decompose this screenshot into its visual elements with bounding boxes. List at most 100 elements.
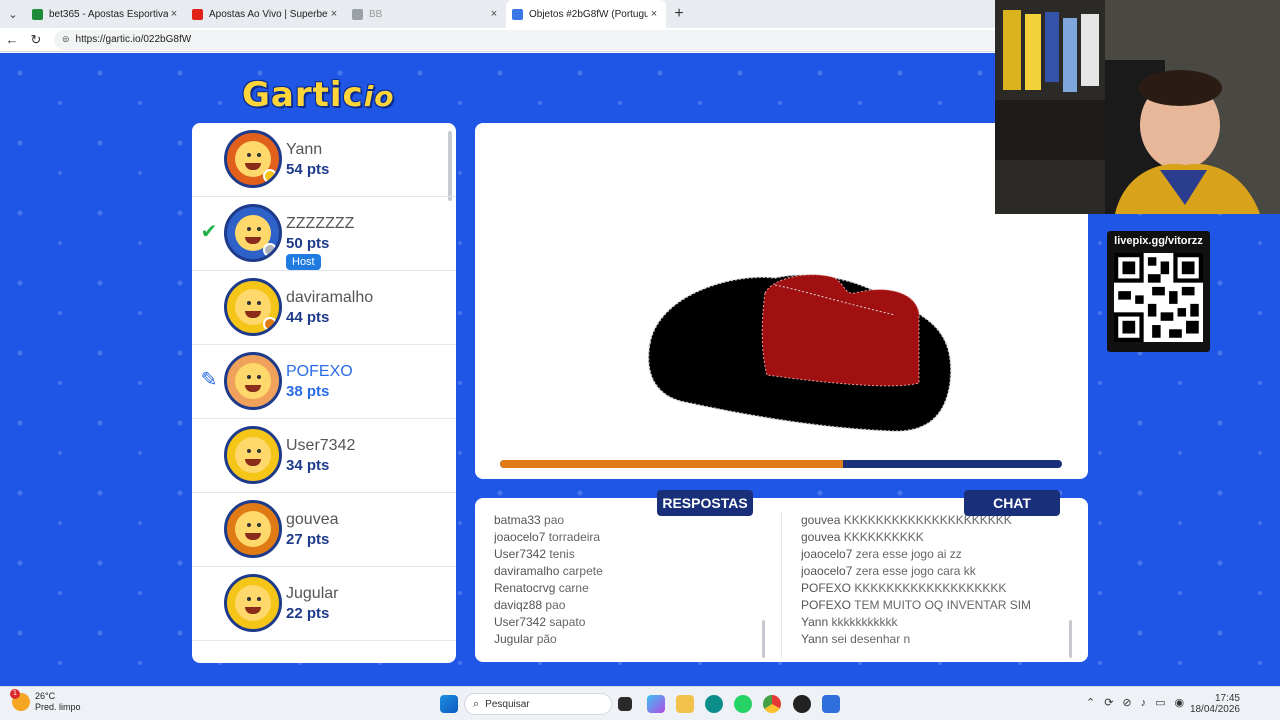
windows-taskbar: 1 26°C Pred. limpo ⌕ Pesquisar ⌃⟳⊘♪▭◉ 17… — [0, 686, 1280, 720]
player-points: 44 pts — [286, 309, 330, 326]
message-line: gouvea KKKKKKKKKK — [801, 529, 1076, 546]
message-text: carne — [558, 581, 589, 595]
player-row[interactable]: ✎ POFEXO 38 pts — [192, 345, 456, 419]
red-shape — [761, 274, 920, 387]
answers-tab[interactable]: RESPOSTAS — [657, 490, 753, 516]
player-row[interactable]: Jugular 22 pts — [192, 567, 456, 641]
player-row[interactable]: Yann 54 pts — [192, 123, 456, 197]
windows-start-icon[interactable] — [440, 695, 458, 713]
message-user: POFEXO — [801, 581, 852, 595]
message-user: joaocelo7 — [494, 530, 546, 544]
tab-close-icon[interactable]: × — [328, 8, 340, 20]
avatar-eye — [257, 597, 261, 601]
message-text: KKKKKKKKKK — [843, 530, 924, 544]
url-text: https://gartic.io/022bG8fW — [75, 34, 192, 45]
message-text: pão — [536, 632, 557, 646]
avatar — [224, 574, 282, 632]
copilot-icon[interactable] — [647, 695, 665, 713]
message-text: carpete — [562, 564, 603, 578]
message-text: torradeira — [548, 530, 601, 544]
webcam-overlay — [995, 0, 1280, 214]
avatar-face — [235, 363, 271, 399]
player-points: 54 pts — [286, 161, 330, 178]
task-view-icon[interactable] — [618, 697, 632, 711]
back-arrow-icon[interactable]: ← — [0, 32, 24, 47]
tab-close-icon[interactable]: × — [648, 8, 660, 20]
chrome-icon[interactable] — [763, 695, 781, 713]
message-user: User7342 — [494, 547, 547, 561]
players-list[interactable]: Yann 54 pts ✔ ZZZZZZZ 50 pts Host daviramalho 4… — [192, 123, 456, 663]
file-explorer-icon[interactable] — [676, 695, 694, 713]
message-user: joaocelo7 — [801, 547, 853, 561]
message-text: kkkkkkkkkkk — [831, 615, 898, 629]
tab-title: bet365 - Apostas Esportivas Online — [49, 8, 168, 20]
player-row[interactable]: ✔ ZZZZZZZ 50 pts Host — [192, 197, 456, 271]
weather-widget[interactable]: 1 26°C Pred. limpo — [10, 689, 81, 713]
status-dot — [263, 169, 277, 183]
avatar — [224, 500, 282, 558]
clock-date: 18/04/2026 — [1189, 704, 1240, 715]
notepad-icon[interactable] — [822, 695, 840, 713]
message-user: gouvea — [801, 513, 841, 527]
message-text: TEM MUITO OQ INVENTAR SIM — [854, 598, 1032, 612]
tab-title: Apostas Ao Vivo | Superbet — [209, 8, 328, 20]
tab-close-icon[interactable]: × — [488, 8, 500, 20]
message-line: Yann kkkkkkkkkkk — [801, 614, 1076, 631]
whatsapp-icon[interactable] — [734, 695, 752, 713]
player-points: 27 pts — [286, 531, 330, 548]
message-user: User7342 — [494, 615, 547, 629]
url-field[interactable]: ⊜ https://gartic.io/022bG8fW — [54, 29, 1014, 50]
avatar-face — [235, 585, 271, 621]
search-placeholder: Pesquisar — [485, 698, 530, 710]
message-user: gouvea — [801, 530, 841, 544]
gartic-logo: Garticio — [242, 75, 395, 115]
message-text: pao — [545, 598, 566, 612]
host-badge: Host — [286, 254, 321, 270]
chat-tab[interactable]: CHAT — [964, 490, 1060, 516]
player-points: 50 pts — [286, 235, 330, 252]
reload-icon[interactable]: ↻ — [24, 32, 48, 48]
avatar-face — [235, 511, 271, 547]
player-row[interactable]: daviramalho 44 pts — [192, 271, 456, 345]
avatar-eye — [257, 153, 261, 157]
taskbar-search[interactable]: ⌕ Pesquisar — [464, 693, 612, 715]
system-tray-icons[interactable]: ⌃⟳⊘♪▭◉ — [1086, 696, 1193, 709]
message-line: POFEXO KKKKKKKKKKKKKKKKKKK — [801, 580, 1076, 597]
chat-scrollbar[interactable] — [1069, 620, 1072, 658]
qr-code — [1114, 253, 1203, 342]
message-line: User7342 sapato — [494, 614, 774, 631]
tab-title: BB — [369, 8, 383, 20]
message-user: Yann — [801, 615, 829, 629]
app-icon[interactable] — [793, 695, 811, 713]
tab-favicon-icon — [192, 8, 203, 20]
browser-tab[interactable]: Apostas Ao Vivo | Superbet × — [186, 0, 346, 28]
site-info-icon[interactable]: ⊜ — [62, 34, 70, 45]
weather-temp: 26°C — [35, 691, 56, 701]
avatar-eye — [257, 523, 261, 527]
drawing-strokes — [647, 274, 952, 432]
tab-list-chevron-icon[interactable]: ⌄ — [0, 0, 26, 28]
message-user: daviramalho — [494, 564, 560, 578]
message-line: Yann sei desenhar n — [801, 631, 1076, 648]
browser-tab[interactable]: Objetos #2bG8fW (Português) - Gartic× — [506, 0, 666, 28]
clock-time: 17:45 — [1214, 693, 1240, 704]
avatar-eye — [247, 301, 251, 305]
player-row[interactable]: User7342 34 pts — [192, 419, 456, 493]
player-name: POFEXO — [286, 363, 353, 380]
message-user: batma33 — [494, 513, 541, 527]
tab-close-icon[interactable]: × — [168, 8, 180, 20]
status-dot — [263, 317, 277, 331]
weather-desc: Pred. limpo — [35, 702, 81, 712]
avatar — [224, 130, 282, 188]
new-tab-button[interactable]: + — [666, 0, 692, 28]
guessed-check-icon: ✔ — [200, 221, 218, 243]
browser-tab[interactable]: bet365 - Apostas Esportivas Online× — [26, 0, 186, 28]
edge-icon[interactable] — [705, 695, 723, 713]
message-user: joaocelo7 — [801, 564, 853, 578]
player-row[interactable]: gouvea 27 pts — [192, 493, 456, 567]
answers-scrollbar[interactable] — [762, 620, 765, 658]
player-name: User7342 — [286, 437, 356, 454]
browser-tab[interactable]: BB × — [346, 0, 506, 28]
status-dot — [263, 243, 277, 257]
clock[interactable]: 17:45 18/04/2026 — [1190, 693, 1240, 715]
